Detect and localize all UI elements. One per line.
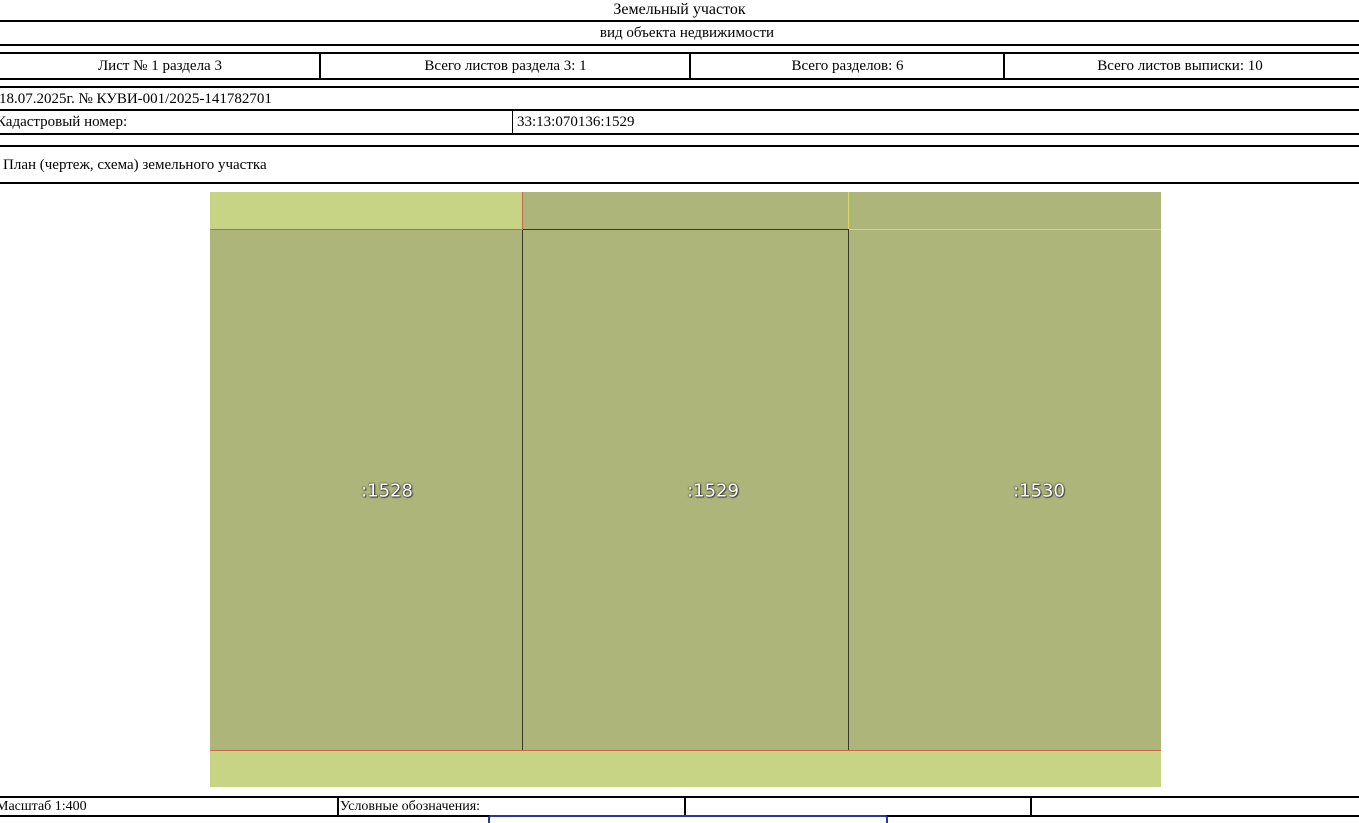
divider — [0, 133, 1359, 135]
divider — [0, 145, 1359, 147]
parcel-label: :1529 — [687, 480, 739, 502]
land-plan-map: :1528 :1529 :1530 — [210, 192, 1161, 787]
cadastral-number: 33:13:070136:1529 — [517, 114, 635, 130]
divider — [0, 78, 1359, 80]
parcel-1529 — [522, 229, 849, 751]
object-type-caption: вид объекта недвижимости — [599, 25, 775, 41]
sheets-in-section: Всего листов раздела 3: 1 — [424, 58, 587, 74]
boundary-line — [210, 750, 1161, 751]
divider — [0, 44, 1359, 46]
cell-divider — [1030, 796, 1032, 816]
adjacent-area — [523, 192, 1161, 230]
boundary-line — [522, 192, 523, 230]
statement-date-number: 18.07.2025г. № КУВИ-001/2025-141782701 — [0, 91, 272, 107]
divider — [0, 20, 1359, 22]
divider — [0, 796, 1359, 798]
divider — [0, 182, 1359, 184]
boundary-line — [848, 192, 849, 230]
sections-total: Всего разделов: 6 — [791, 58, 904, 74]
scale-label: Масштаб 1:400 — [0, 799, 87, 814]
cell-divider — [337, 796, 339, 816]
legend-label: Условные обозначения: — [340, 799, 481, 814]
parcel-label: :1528 — [361, 480, 413, 502]
plan-title: План (чертеж, схема) земельного участка — [3, 157, 267, 173]
parcel-label: :1530 — [1013, 480, 1065, 502]
legend-box — [488, 815, 888, 823]
divider — [0, 86, 1359, 88]
boundary-line — [210, 229, 523, 230]
parcel-1530 — [849, 230, 1161, 750]
sheets-total: Всего листов выписки: 10 — [1097, 58, 1263, 74]
cadastral-label: Кадастровый номер: — [0, 114, 128, 130]
divider — [0, 52, 1359, 54]
divider — [0, 109, 1359, 111]
cell-divider — [512, 110, 513, 134]
object-type-title: Земельный участок — [613, 1, 746, 18]
sheet-number: Лист № 1 раздела 3 — [98, 58, 222, 74]
cell-divider — [684, 796, 686, 816]
